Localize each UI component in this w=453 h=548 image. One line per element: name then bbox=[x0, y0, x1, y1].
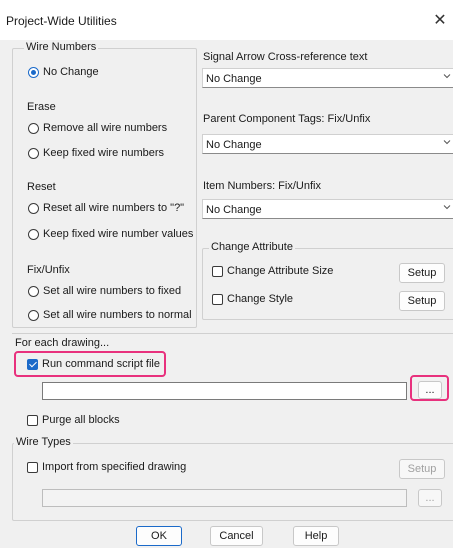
purge-blocks-checkbox[interactable] bbox=[27, 415, 38, 426]
item-numbers-select[interactable]: No Change bbox=[202, 199, 453, 219]
wire-types-browse-button[interactable]: ... bbox=[418, 489, 442, 507]
browse-button[interactable]: ... bbox=[418, 381, 442, 399]
chevron-down-icon bbox=[443, 205, 451, 210]
remove-all-radio[interactable] bbox=[28, 123, 39, 134]
window-title: Project-Wide Utilities bbox=[6, 14, 117, 28]
purge-blocks-label[interactable]: Purge all blocks bbox=[42, 414, 120, 426]
cancel-button[interactable]: Cancel bbox=[210, 526, 263, 546]
signal-arrow-select[interactable]: No Change bbox=[202, 68, 453, 88]
change-attribute-legend: Change Attribute bbox=[209, 241, 295, 253]
parent-tags-value: No Change bbox=[206, 139, 262, 151]
wire-numbers-legend: Wire Numbers bbox=[24, 41, 99, 53]
change-style-checkbox[interactable] bbox=[212, 294, 223, 305]
signal-arrow-value: No Change bbox=[206, 73, 262, 85]
parent-tags-label: Parent Component Tags: Fix/Unfix bbox=[203, 113, 371, 125]
ok-button[interactable]: OK bbox=[136, 526, 182, 546]
each-drawing-label: For each drawing... bbox=[15, 337, 110, 349]
set-fixed-radio[interactable] bbox=[28, 286, 39, 297]
wire-types-path-input[interactable] bbox=[42, 489, 407, 507]
chevron-down-icon bbox=[443, 140, 451, 145]
wire-types-setup-button[interactable]: Setup bbox=[399, 459, 445, 479]
change-attribute-size-label[interactable]: Change Attribute Size bbox=[227, 265, 333, 277]
attribute-size-setup-button[interactable]: Setup bbox=[399, 263, 445, 283]
change-attribute-size-checkbox[interactable] bbox=[212, 266, 223, 277]
remove-all-label[interactable]: Remove all wire numbers bbox=[43, 122, 167, 134]
reset-all-label[interactable]: Reset all wire numbers to "?" bbox=[43, 202, 184, 214]
reset-all-radio[interactable] bbox=[28, 203, 39, 214]
no-change-label[interactable]: No Change bbox=[43, 66, 99, 78]
chevron-down-icon bbox=[443, 74, 451, 79]
reset-label: Reset bbox=[27, 181, 56, 193]
keep-fixed-radio[interactable] bbox=[28, 148, 39, 159]
help-button[interactable]: Help bbox=[293, 526, 339, 546]
script-path-input[interactable] bbox=[42, 382, 407, 400]
signal-arrow-label: Signal Arrow Cross-reference text bbox=[203, 51, 368, 63]
keep-fixed-label[interactable]: Keep fixed wire numbers bbox=[43, 147, 164, 159]
parent-tags-select[interactable]: No Change bbox=[202, 134, 453, 154]
no-change-radio[interactable] bbox=[28, 67, 39, 78]
keep-fixed-values-label[interactable]: Keep fixed wire number values bbox=[43, 228, 193, 240]
run-script-label[interactable]: Run command script file bbox=[42, 358, 160, 370]
fix-unfix-label: Fix/Unfix bbox=[27, 264, 70, 276]
change-style-label[interactable]: Change Style bbox=[227, 293, 293, 305]
import-drawing-label[interactable]: Import from specified drawing bbox=[42, 461, 186, 473]
erase-label: Erase bbox=[27, 101, 56, 113]
set-normal-label[interactable]: Set all wire numbers to normal bbox=[43, 309, 192, 321]
import-drawing-checkbox[interactable] bbox=[27, 462, 38, 473]
close-icon[interactable]: ✕ bbox=[430, 9, 450, 33]
keep-fixed-values-radio[interactable] bbox=[28, 229, 39, 240]
set-normal-radio[interactable] bbox=[28, 310, 39, 321]
item-numbers-value: No Change bbox=[206, 204, 262, 216]
wire-types-group bbox=[12, 443, 453, 521]
change-style-setup-button[interactable]: Setup bbox=[399, 291, 445, 311]
divider bbox=[12, 333, 453, 334]
run-script-checkbox[interactable] bbox=[27, 359, 38, 370]
item-numbers-label: Item Numbers: Fix/Unfix bbox=[203, 180, 321, 192]
wire-types-legend: Wire Types bbox=[14, 436, 73, 448]
set-fixed-label[interactable]: Set all wire numbers to fixed bbox=[43, 285, 181, 297]
